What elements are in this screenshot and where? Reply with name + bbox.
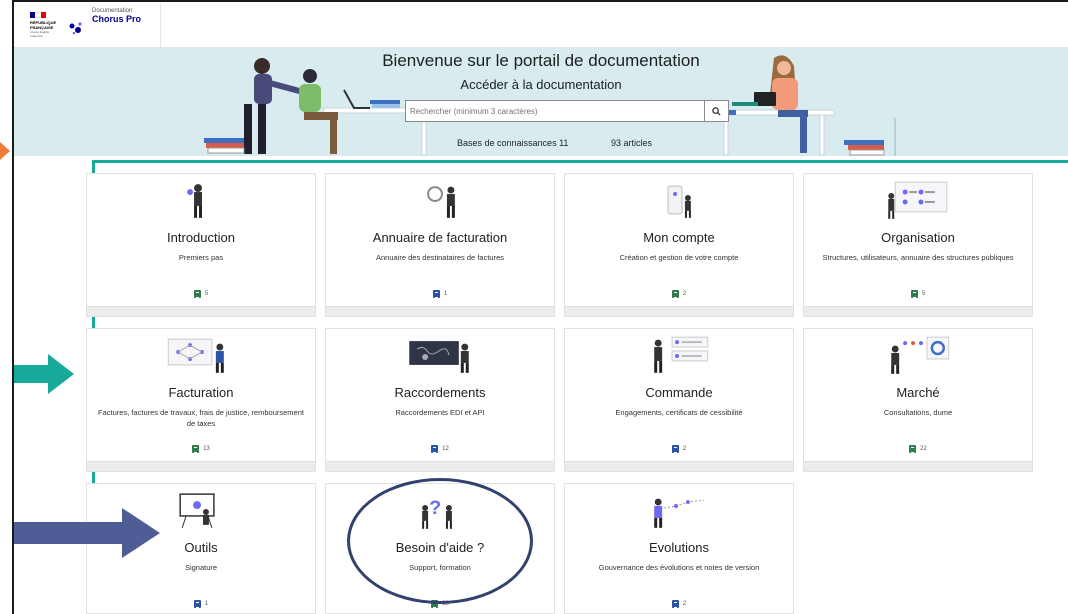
card-description: Factures, factures de travaux, frais de … xyxy=(98,408,304,428)
document-icon xyxy=(910,290,918,298)
card-footer xyxy=(804,461,1032,471)
category-card-facturation[interactable]: Facturation Factures, factures de travau… xyxy=(86,328,316,472)
gov-name: RÉPUBLIQUE FRANÇAISE xyxy=(30,20,57,30)
card-footer xyxy=(87,306,315,316)
map-screen-icon xyxy=(409,341,469,373)
chorus-pro-logo-icon xyxy=(69,22,82,35)
org-chart-icon xyxy=(888,181,948,219)
card-article-count: 2 xyxy=(565,290,793,298)
count-value: 12 xyxy=(442,446,449,452)
card-description: Création et gestion de votre compte xyxy=(619,253,739,262)
knowledge-bases-count: Bases de connaissances 11 xyxy=(457,138,569,148)
search-bar xyxy=(405,100,729,122)
card-description: Gouvernance des évolutions et notes de v… xyxy=(598,563,760,572)
gov-motto: Liberté Égalité Fraternité xyxy=(30,30,50,38)
document-icon xyxy=(909,445,917,453)
brand[interactable]: Documentation Chorus Pro xyxy=(92,8,141,24)
card-title: Mon compte xyxy=(643,230,715,245)
category-card-raccordements[interactable]: Raccordements Raccordements EDI et API 1… xyxy=(325,328,555,472)
card-description: Structures, utilisateurs, annuaire des s… xyxy=(822,253,1014,262)
dashboard-icon xyxy=(891,336,950,374)
card-description: Signature xyxy=(184,563,218,572)
document-icon xyxy=(432,290,440,298)
magnifier-person-icon xyxy=(427,186,455,218)
hero-subtitle: Accéder à la documentation xyxy=(460,77,622,92)
search-icon xyxy=(712,106,721,116)
header-divider xyxy=(160,4,161,48)
card-title: Marché xyxy=(896,385,940,400)
cards-person-icon xyxy=(654,336,709,373)
republique-francaise-logo[interactable]: RÉPUBLIQUE FRANÇAISE Liberté Égalité Fra… xyxy=(30,12,60,40)
orange-arrow-icon xyxy=(0,142,10,160)
document-icon xyxy=(193,600,201,608)
count-value: 5 xyxy=(921,291,926,297)
annotation-circle xyxy=(347,478,533,604)
card-title: Raccordements xyxy=(394,385,486,400)
person-icon xyxy=(187,184,202,218)
count-value: 2 xyxy=(682,291,687,297)
card-description: Annuaire des destinataires de factures xyxy=(376,253,504,262)
card-title: Annuaire de facturation xyxy=(372,230,508,245)
card-description: Premiers pas xyxy=(178,253,224,262)
document-icon xyxy=(431,445,439,453)
card-footer xyxy=(565,461,793,471)
card-article-count: 2 xyxy=(565,445,793,453)
category-card-evolutions[interactable]: Evolutions Gouvernance des évolutions et… xyxy=(564,483,794,614)
green-arrow-icon xyxy=(14,354,74,394)
document-icon xyxy=(671,290,679,298)
card-article-count: 5 xyxy=(87,290,315,298)
card-article-count: 2 xyxy=(565,600,793,608)
document-icon xyxy=(192,445,200,453)
card-article-count: 1 xyxy=(326,290,554,298)
hero-banner: Bienvenue sur le portail de documentatio… xyxy=(14,48,1068,156)
category-card-organisation[interactable]: Organisation Structures, utilisateurs, a… xyxy=(803,173,1033,317)
category-card-annuaire-de-facturation[interactable]: Annuaire de facturation Annuaire des des… xyxy=(325,173,555,317)
document-icon xyxy=(193,290,201,298)
search-button[interactable] xyxy=(704,101,728,121)
document-icon xyxy=(671,445,679,453)
card-title: Organisation xyxy=(881,230,955,245)
card-title: Commande xyxy=(645,385,713,400)
card-article-count: 13 xyxy=(87,445,315,453)
card-article-count: 1 xyxy=(87,600,315,608)
blue-arrow-icon xyxy=(14,508,160,558)
card-footer xyxy=(326,461,554,471)
top-header: RÉPUBLIQUE FRANÇAISE Liberté Égalité Fra… xyxy=(14,2,1068,48)
flow-icon xyxy=(167,338,224,373)
count-value: 2 xyxy=(682,601,687,607)
count-value: 22 xyxy=(920,446,927,452)
card-article-count: 5 xyxy=(804,290,1032,298)
card-article-count: 22 xyxy=(804,445,1032,453)
count-value: 2 xyxy=(682,446,687,452)
card-title: Introduction xyxy=(167,230,235,245)
card-title: Evolutions xyxy=(649,540,709,555)
count-value: 5 xyxy=(204,291,209,297)
card-article-count: 12 xyxy=(326,445,554,453)
card-title: Facturation xyxy=(168,385,234,400)
flag-icon xyxy=(30,12,46,18)
phone-person-icon xyxy=(667,185,691,218)
category-card-marche[interactable]: Marché Consultations, dume 22 xyxy=(803,328,1033,472)
articles-count: 93 articles xyxy=(611,138,653,148)
brand-title: Chorus Pro xyxy=(92,14,142,24)
card-footer xyxy=(87,461,315,471)
card-description: Raccordements EDI et API xyxy=(395,408,485,417)
path-icon xyxy=(654,498,704,528)
hero-title: Bienvenue sur le portail de documentatio… xyxy=(382,51,700,70)
count-value: 13 xyxy=(203,446,210,452)
search-input[interactable] xyxy=(406,101,704,121)
card-footer xyxy=(565,306,793,316)
category-card-mon-compte[interactable]: Mon compte Création et gestion de votre … xyxy=(564,173,794,317)
category-card-commande[interactable]: Commande Engagements, certificats de ces… xyxy=(564,328,794,472)
category-card-introduction[interactable]: Introduction Premiers pas 5 xyxy=(86,173,316,317)
count-value: 1 xyxy=(443,291,448,297)
card-footer xyxy=(804,306,1032,316)
card-description: Consultations, dume xyxy=(883,408,953,417)
document-icon xyxy=(671,600,679,608)
card-footer xyxy=(326,306,554,316)
card-description: Engagements, certificats de cessibilité xyxy=(615,408,743,417)
count-value: 1 xyxy=(204,601,209,607)
